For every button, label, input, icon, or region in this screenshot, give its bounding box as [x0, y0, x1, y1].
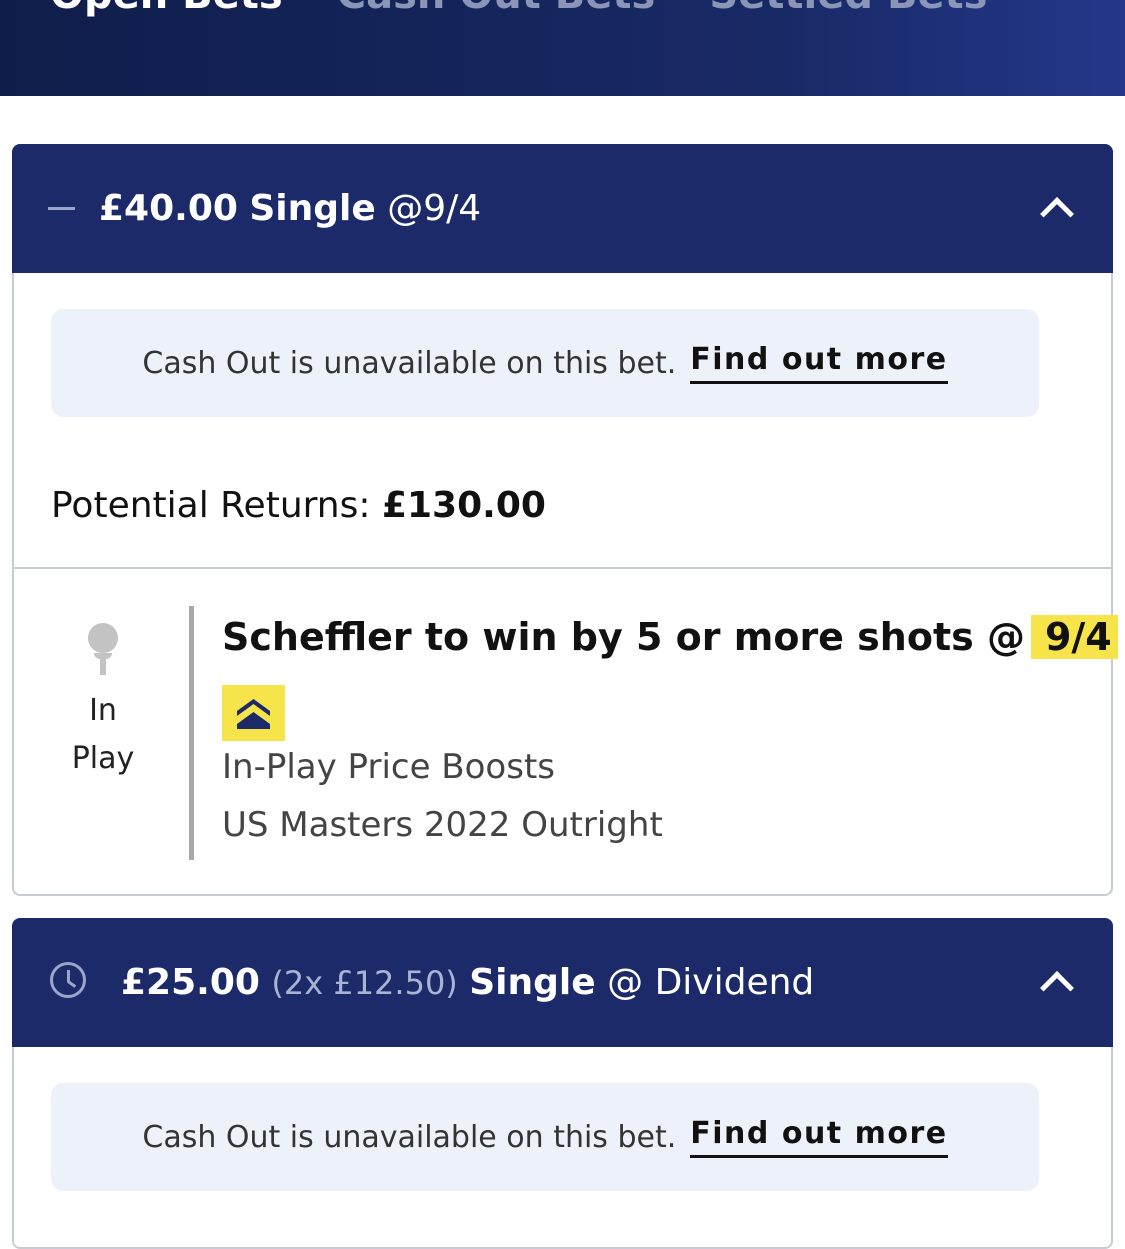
find-out-more-link[interactable]: Find out more — [690, 1116, 948, 1158]
event-name: US Masters 2022 Outright — [222, 805, 663, 845]
find-out-more-link[interactable]: Find out more — [690, 342, 948, 384]
bet-body: Cash Out is unavailable on this bet. Fin… — [12, 273, 1118, 896]
bet-summary: £25.00 (2x £12.50) Single @ Dividend — [121, 962, 814, 1003]
chevron-up-icon[interactable] — [1040, 971, 1074, 1005]
clock-icon — [50, 962, 86, 998]
bet-card: £40.00 Single @9/4 Cash Out is unavailab… — [12, 144, 1118, 896]
bet-stake: £40.00 — [99, 188, 238, 229]
cash-out-message: Cash Out is unavailable on this bet. — [142, 1119, 677, 1155]
chevron-up-icon[interactable] — [1040, 197, 1074, 231]
selection-odds: 9/4 — [1030, 615, 1118, 659]
bet-odds: 9/4 — [423, 188, 482, 229]
at-symbol: @ — [387, 188, 424, 229]
tab-open-bets[interactable]: Open Bets — [50, 0, 283, 18]
potential-returns: Potential Returns: £130.00 — [51, 485, 546, 526]
dash-icon — [48, 207, 75, 210]
cash-out-notice: Cash Out is unavailable on this bet. Fin… — [51, 309, 1039, 417]
returns-amount: £130.00 — [381, 485, 546, 526]
at-symbol: @ — [607, 962, 644, 1003]
top-nav-bar: Open Bets Cash Out Bets Settled Bets — [0, 0, 1125, 96]
stake-breakdown: (2x £12.50) — [271, 964, 458, 1002]
bet-header[interactable]: £25.00 (2x £12.50) Single @ Dividend — [12, 918, 1113, 1047]
status-line-1: In — [89, 693, 117, 728]
cash-out-notice: Cash Out is unavailable on this bet. Fin… — [51, 1083, 1039, 1191]
tab-cash-out-bets[interactable]: Cash Out Bets — [337, 0, 656, 18]
bet-summary: £40.00 Single @9/4 — [99, 188, 481, 229]
bet-type: Single — [469, 962, 596, 1003]
bet-header[interactable]: £40.00 Single @9/4 — [12, 144, 1113, 273]
cash-out-message: Cash Out is unavailable on this bet. — [142, 345, 677, 381]
market-name: In-Play Price Boosts — [222, 747, 555, 787]
tab-settled-bets[interactable]: Settled Bets — [709, 0, 987, 18]
returns-label: Potential Returns: — [51, 485, 371, 526]
golf-tee-icon — [88, 623, 118, 677]
bet-stake: £25.00 — [121, 962, 260, 1003]
price-boost-icon — [222, 685, 285, 741]
selection-title: Scheffler to win by 5 or more shots @9/4 — [222, 615, 1118, 659]
selection-divider — [189, 606, 194, 860]
selection-name: Scheffler to win by 5 or more shots @ — [222, 615, 1025, 659]
bet-body: Cash Out is unavailable on this bet. Fin… — [12, 1047, 1113, 1249]
bet-card: £25.00 (2x £12.50) Single @ Dividend Cas… — [12, 918, 1113, 1249]
bet-odds: Dividend — [654, 962, 815, 1003]
bet-type: Single — [249, 188, 376, 229]
bet-tabs: Open Bets Cash Out Bets Settled Bets — [50, 0, 987, 18]
in-play-status: In Play — [54, 623, 152, 783]
divider — [14, 567, 1111, 569]
status-line-2: Play — [71, 741, 135, 776]
